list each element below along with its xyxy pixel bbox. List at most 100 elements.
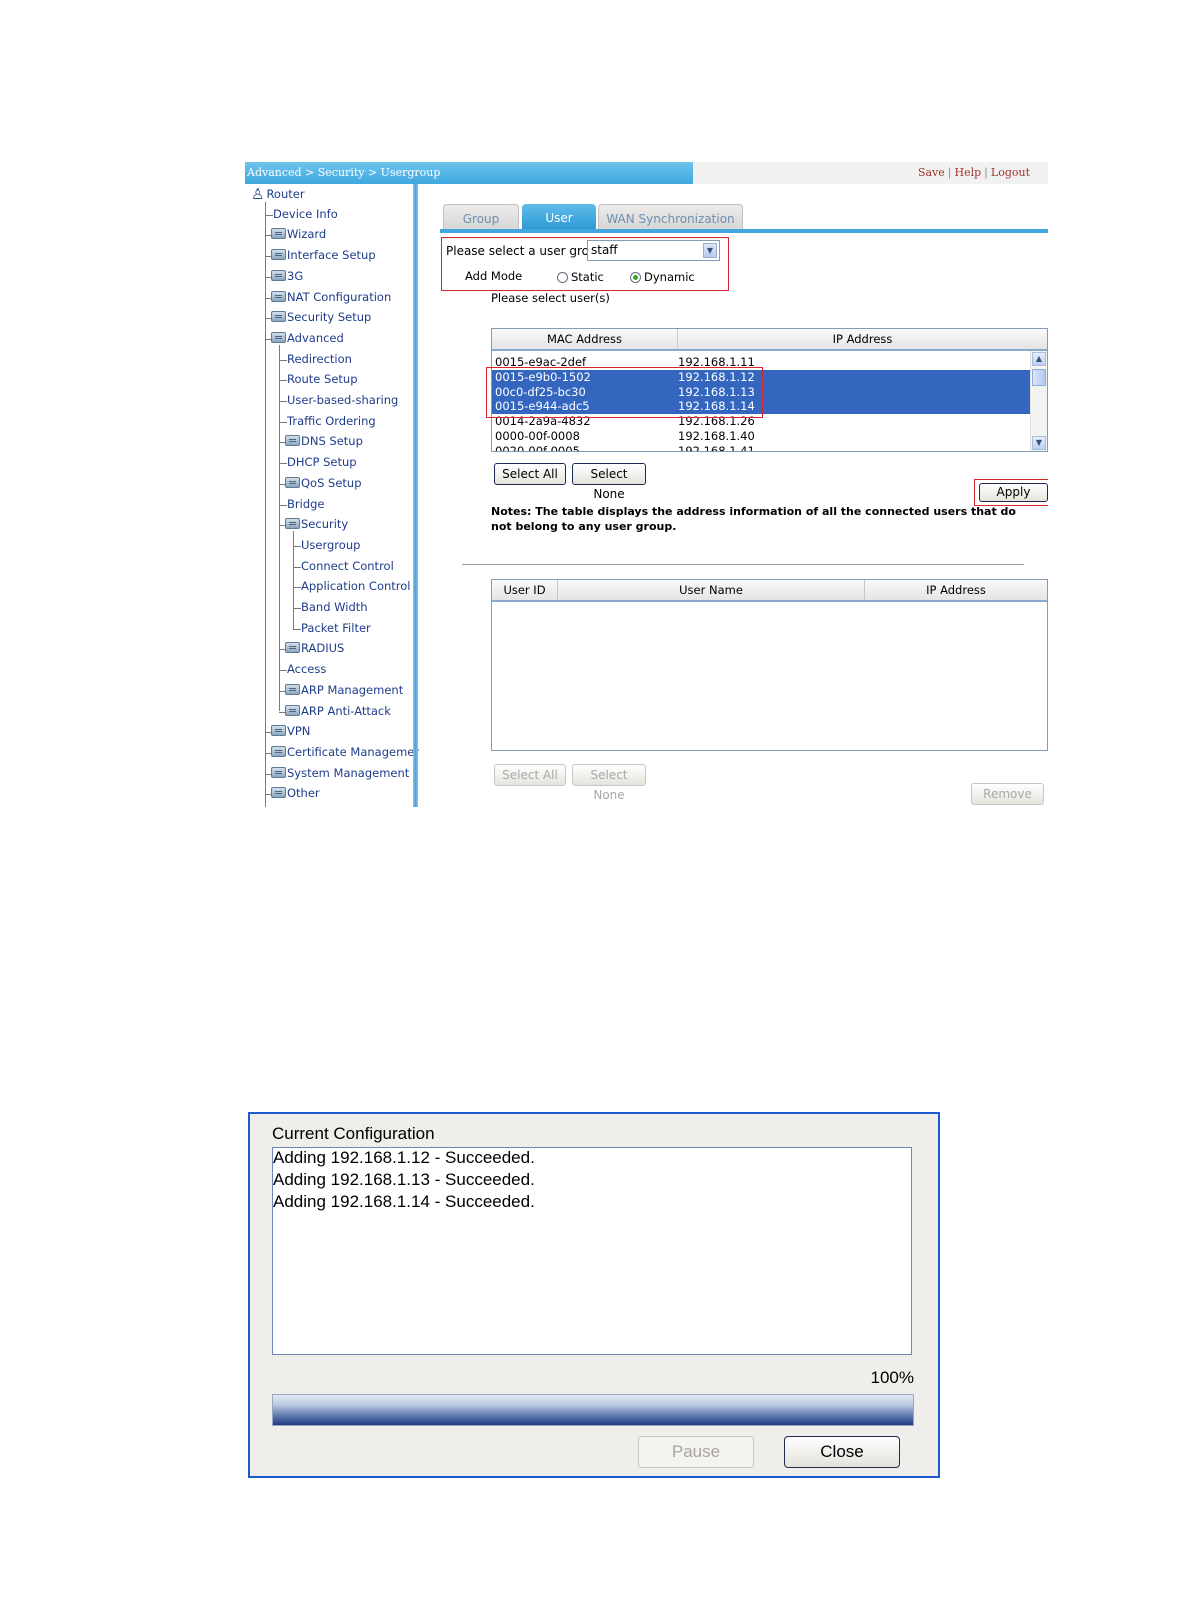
progress-bar-fill	[273, 1395, 913, 1425]
tree-item-label: System Management	[287, 765, 410, 780]
tree-item-label: Redirection	[287, 351, 352, 366]
tree-item-label: Traffic Ordering	[287, 413, 376, 428]
table-row[interactable]: 0020-00f-0005 192.168.1.41	[492, 444, 1031, 451]
scroll-thumb[interactable]	[1032, 369, 1046, 386]
mac-cell: 0020-00f-0005	[495, 443, 580, 451]
configuration-log: Adding 192.168.1.12 - Succeeded. Adding …	[272, 1147, 912, 1355]
tree-item[interactable]: 3G	[271, 269, 303, 283]
tree-item[interactable]: Interface Setup	[271, 248, 376, 262]
tree-item[interactable]: Other	[271, 786, 320, 800]
tree-item-label: Route Setup	[287, 372, 358, 387]
tree-root[interactable]: ♙ Router	[251, 185, 305, 203]
tree-item[interactable]: ARP Management	[285, 683, 403, 697]
select-users-label: Please select user(s)	[491, 291, 610, 305]
tree-connector	[293, 566, 301, 568]
chevron-down-icon[interactable]: ▼	[703, 243, 717, 258]
tree-item-label: Application Control	[301, 579, 411, 594]
tree-item[interactable]: NAT Configuration	[271, 290, 391, 304]
column-mac-address[interactable]: MAC Address	[492, 329, 678, 349]
table-row[interactable]: 0000-00f-0008 192.168.1.40	[492, 429, 1031, 444]
tree-connector	[293, 545, 301, 547]
tree-item[interactable]: Security Setup	[271, 310, 371, 324]
column-user-name[interactable]: User Name	[558, 580, 865, 600]
folder-icon	[271, 745, 286, 757]
scroll-down-icon[interactable]: ▼	[1032, 436, 1046, 450]
router-web-ui-screenshot: Advanced > Security > Usergroup Save | Hel…	[245, 162, 1048, 807]
column-user-id[interactable]: User ID	[492, 580, 558, 600]
radio-static[interactable]	[557, 272, 568, 283]
tree-item[interactable]: Security	[285, 517, 348, 531]
logout-link[interactable]: Logout	[991, 166, 1030, 179]
user-group-select[interactable]: staff ▼	[587, 240, 720, 261]
tree-connector	[279, 380, 287, 382]
folder-icon	[285, 642, 300, 654]
close-button[interactable]: Close	[784, 1436, 900, 1468]
tree-item-label: Device Info	[273, 206, 338, 221]
tree-item[interactable]: DNS Setup	[285, 434, 363, 448]
tree-item[interactable]: ARP Anti-Attack	[285, 704, 391, 718]
tree-item[interactable]: Usergroup	[301, 538, 360, 552]
log-line: Adding 192.168.1.13 - Succeeded.	[273, 1170, 535, 1189]
tab-group[interactable]: Group	[443, 204, 519, 230]
tree-root-label: Router	[266, 187, 305, 201]
help-link[interactable]: Help	[955, 166, 982, 179]
tree-divider	[413, 184, 418, 807]
tree-item-label: Packet Filter	[301, 620, 371, 635]
breadcrumb: Advanced > Security > Usergroup	[245, 162, 693, 184]
tree-connector	[279, 504, 287, 506]
tab-wan-synchronization[interactable]: WAN Synchronization	[598, 204, 743, 230]
tree-item[interactable]: System Management	[271, 766, 409, 780]
tree-item[interactable]: Traffic Ordering	[287, 414, 376, 428]
tree-item[interactable]: Device Info	[273, 207, 338, 221]
save-link[interactable]: Save	[918, 166, 945, 179]
remove-button[interactable]: Remove	[971, 783, 1044, 805]
pause-button[interactable]: Pause	[638, 1436, 754, 1468]
highlight-selected-rows	[486, 367, 763, 418]
tree-item[interactable]: Connect Control	[301, 559, 394, 573]
user-group-value: staff	[591, 243, 618, 257]
select-all-button[interactable]: Select All	[494, 463, 566, 485]
tree-item-label: NAT Configuration	[287, 289, 392, 304]
vertical-scrollbar[interactable]: ▲ ▼	[1030, 351, 1047, 451]
select-none-button-disabled[interactable]: Select None	[572, 764, 646, 802]
tree-connector	[279, 401, 287, 402]
tree-item[interactable]: Redirection	[287, 352, 352, 366]
tree-item[interactable]: User-based-sharing	[287, 393, 398, 407]
tree-item-label: DHCP Setup	[287, 455, 357, 470]
tree-item-label: Interface Setup	[287, 248, 376, 263]
progress-bar	[272, 1394, 914, 1426]
tree-item[interactable]: Band Width	[301, 600, 368, 614]
apply-button[interactable]: Apply	[979, 483, 1048, 502]
column-ip-address[interactable]: IP Address	[865, 580, 1047, 600]
log-line: Adding 192.168.1.14 - Succeeded.	[273, 1192, 535, 1211]
ip-cell: 192.168.1.40	[678, 429, 755, 443]
folder-icon	[271, 290, 286, 302]
tree-item[interactable]: DHCP Setup	[287, 455, 357, 469]
select-all-button-disabled[interactable]: Select All	[494, 764, 566, 786]
tree-item[interactable]: Application Control	[301, 579, 410, 593]
mac-cell: 0000-00f-0008	[495, 429, 580, 443]
tab-user[interactable]: User	[522, 204, 596, 230]
tree-item[interactable]: Route Setup	[287, 372, 358, 386]
tree-item[interactable]: Wizard	[271, 227, 326, 241]
tree-item[interactable]: QoS Setup	[285, 476, 362, 490]
tree-item[interactable]: Packet Filter	[301, 621, 371, 635]
tree-item[interactable]: Access	[287, 662, 326, 676]
tree-item-label: Wizard	[287, 227, 327, 242]
radio-dynamic[interactable]	[630, 272, 641, 283]
ip-cell: 192.168.1.41	[678, 443, 755, 451]
select-none-button[interactable]: Select None	[572, 463, 646, 501]
tree-item[interactable]: Advanced	[271, 331, 344, 345]
column-ip-address[interactable]: IP Address	[678, 329, 1047, 349]
tree-connector	[293, 628, 301, 630]
tree-item[interactable]: RADIUS	[285, 641, 344, 655]
tree-item[interactable]: Bridge	[287, 497, 325, 511]
tree-connector	[293, 608, 301, 609]
tree-item[interactable]: VPN	[271, 724, 310, 738]
tree-item-label: ARP Anti-Attack	[301, 703, 391, 718]
tree-item[interactable]: Certificate Managemer	[271, 745, 419, 759]
table-header: MAC Address IP Address	[492, 329, 1047, 351]
tree-item-label: Usergroup	[301, 537, 361, 552]
scroll-up-icon[interactable]: ▲	[1032, 352, 1046, 366]
progress-percent: 100%	[870, 1368, 914, 1387]
